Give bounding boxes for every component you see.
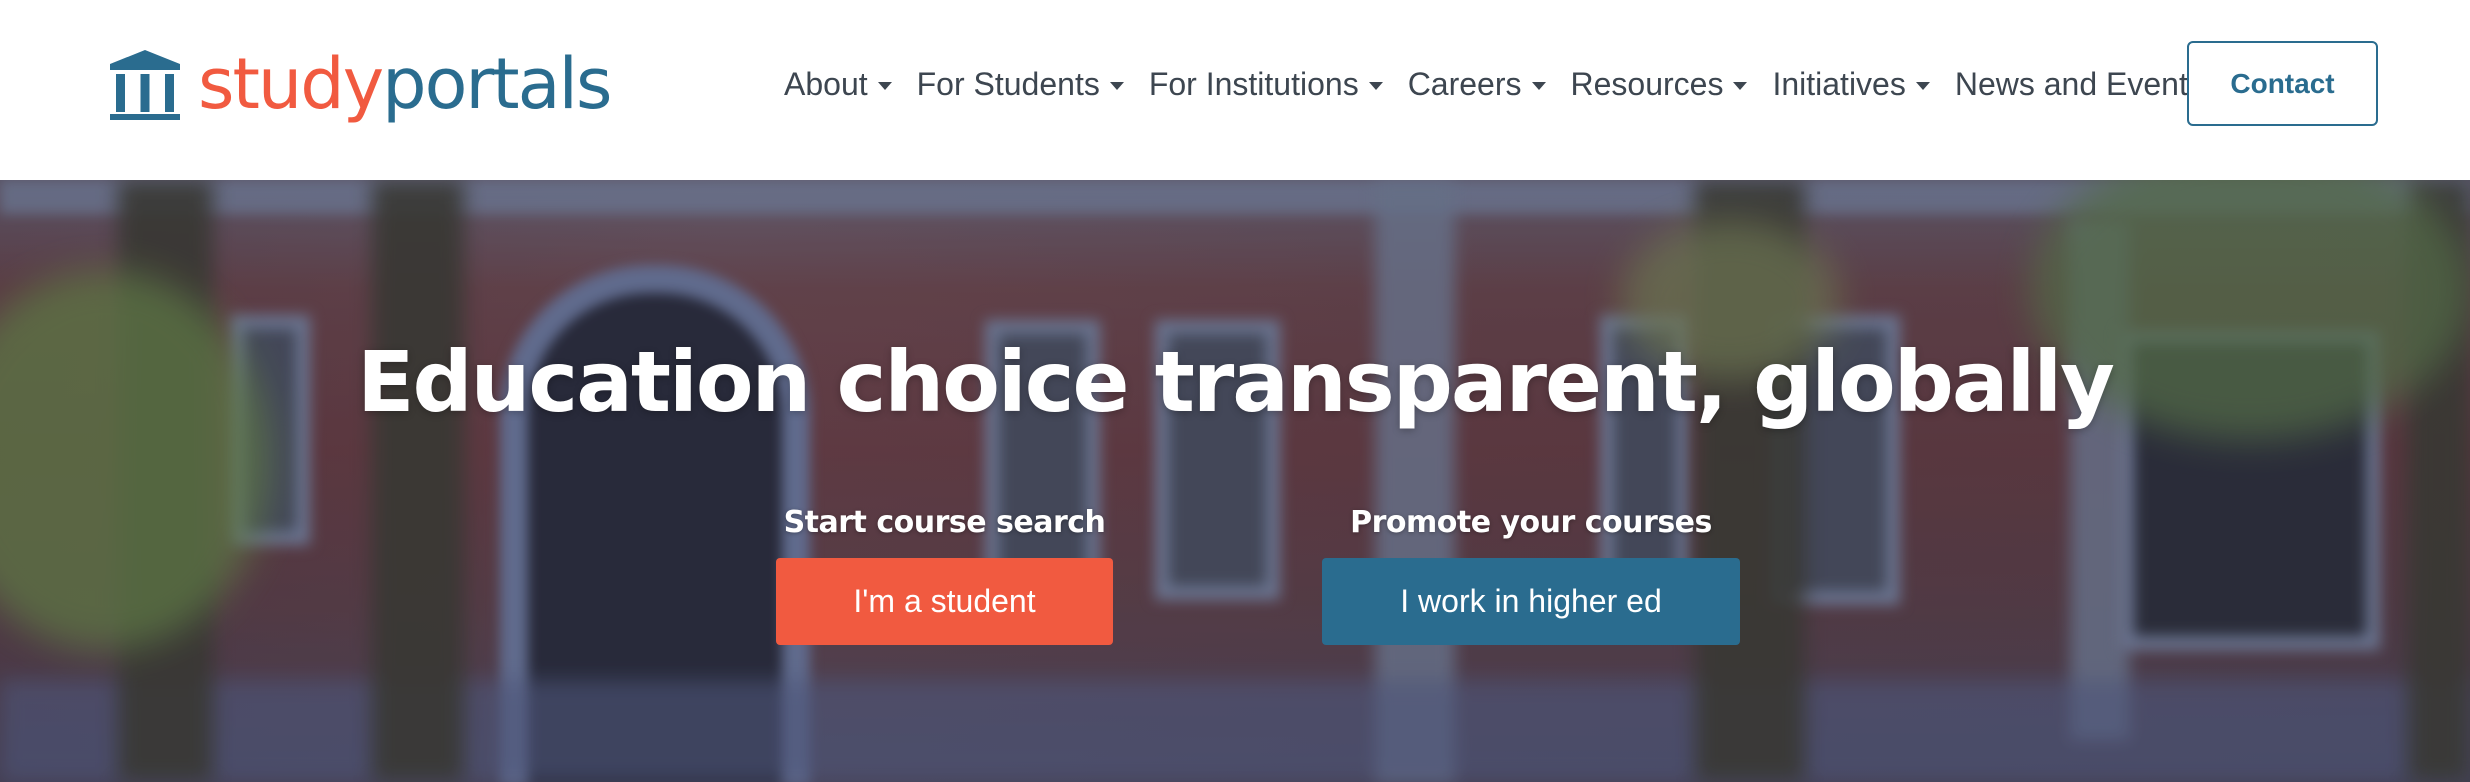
nav-item-about[interactable]: About [784,66,892,103]
university-building-icon [110,50,180,120]
nav-item-careers[interactable]: Careers [1408,66,1546,103]
chevron-down-icon [1368,82,1383,90]
chevron-down-icon [1531,82,1546,90]
nav-item-label: For Institutions [1148,65,1359,102]
nav-item-label: For Students [916,65,1100,102]
hero-section: Education choice transparent, globally S… [0,180,2470,782]
chevron-down-icon [877,82,892,90]
nav-item-label: News and Events [1954,65,2204,102]
student-cta-group: Start course search I'm a student [776,505,1113,645]
nav-item-label: Careers [1407,65,1522,102]
logo-text-study: study [198,43,384,125]
institution-cta-label: Promote your courses [1350,505,1712,540]
chevron-down-icon [1733,82,1748,90]
logo-wordmark: studyportals [198,49,612,119]
nav-item-for-institutions[interactable]: For Institutions [1149,66,1383,103]
nav-item-for-students[interactable]: For Students [917,66,1124,103]
chevron-down-icon [1109,82,1124,90]
main-nav: About For Students For Institutions Care… [784,58,2253,110]
site-header: studyportals About For Students For Inst… [0,0,2470,180]
nav-item-resources[interactable]: Resources [1571,66,1748,103]
institution-cta-group: Promote your courses I work in higher ed [1322,505,1740,645]
nav-item-label: About [784,65,868,102]
hero-overlay [0,180,2470,782]
student-cta-label: Start course search [783,505,1106,540]
contact-button[interactable]: Contact [2187,41,2378,126]
higher-ed-button[interactable]: I work in higher ed [1322,558,1740,645]
nav-item-label: Resources [1570,65,1724,102]
hero-title: Education choice transparent, globally [357,333,2115,431]
student-button[interactable]: I'm a student [776,558,1113,645]
nav-item-initiatives[interactable]: Initiatives [1772,65,1930,103]
chevron-down-icon [1915,82,1930,90]
studyportals-logo[interactable]: studyportals [106,44,612,124]
nav-item-label: Initiatives [1772,65,1906,102]
logo-text-portals: portals [382,43,612,125]
